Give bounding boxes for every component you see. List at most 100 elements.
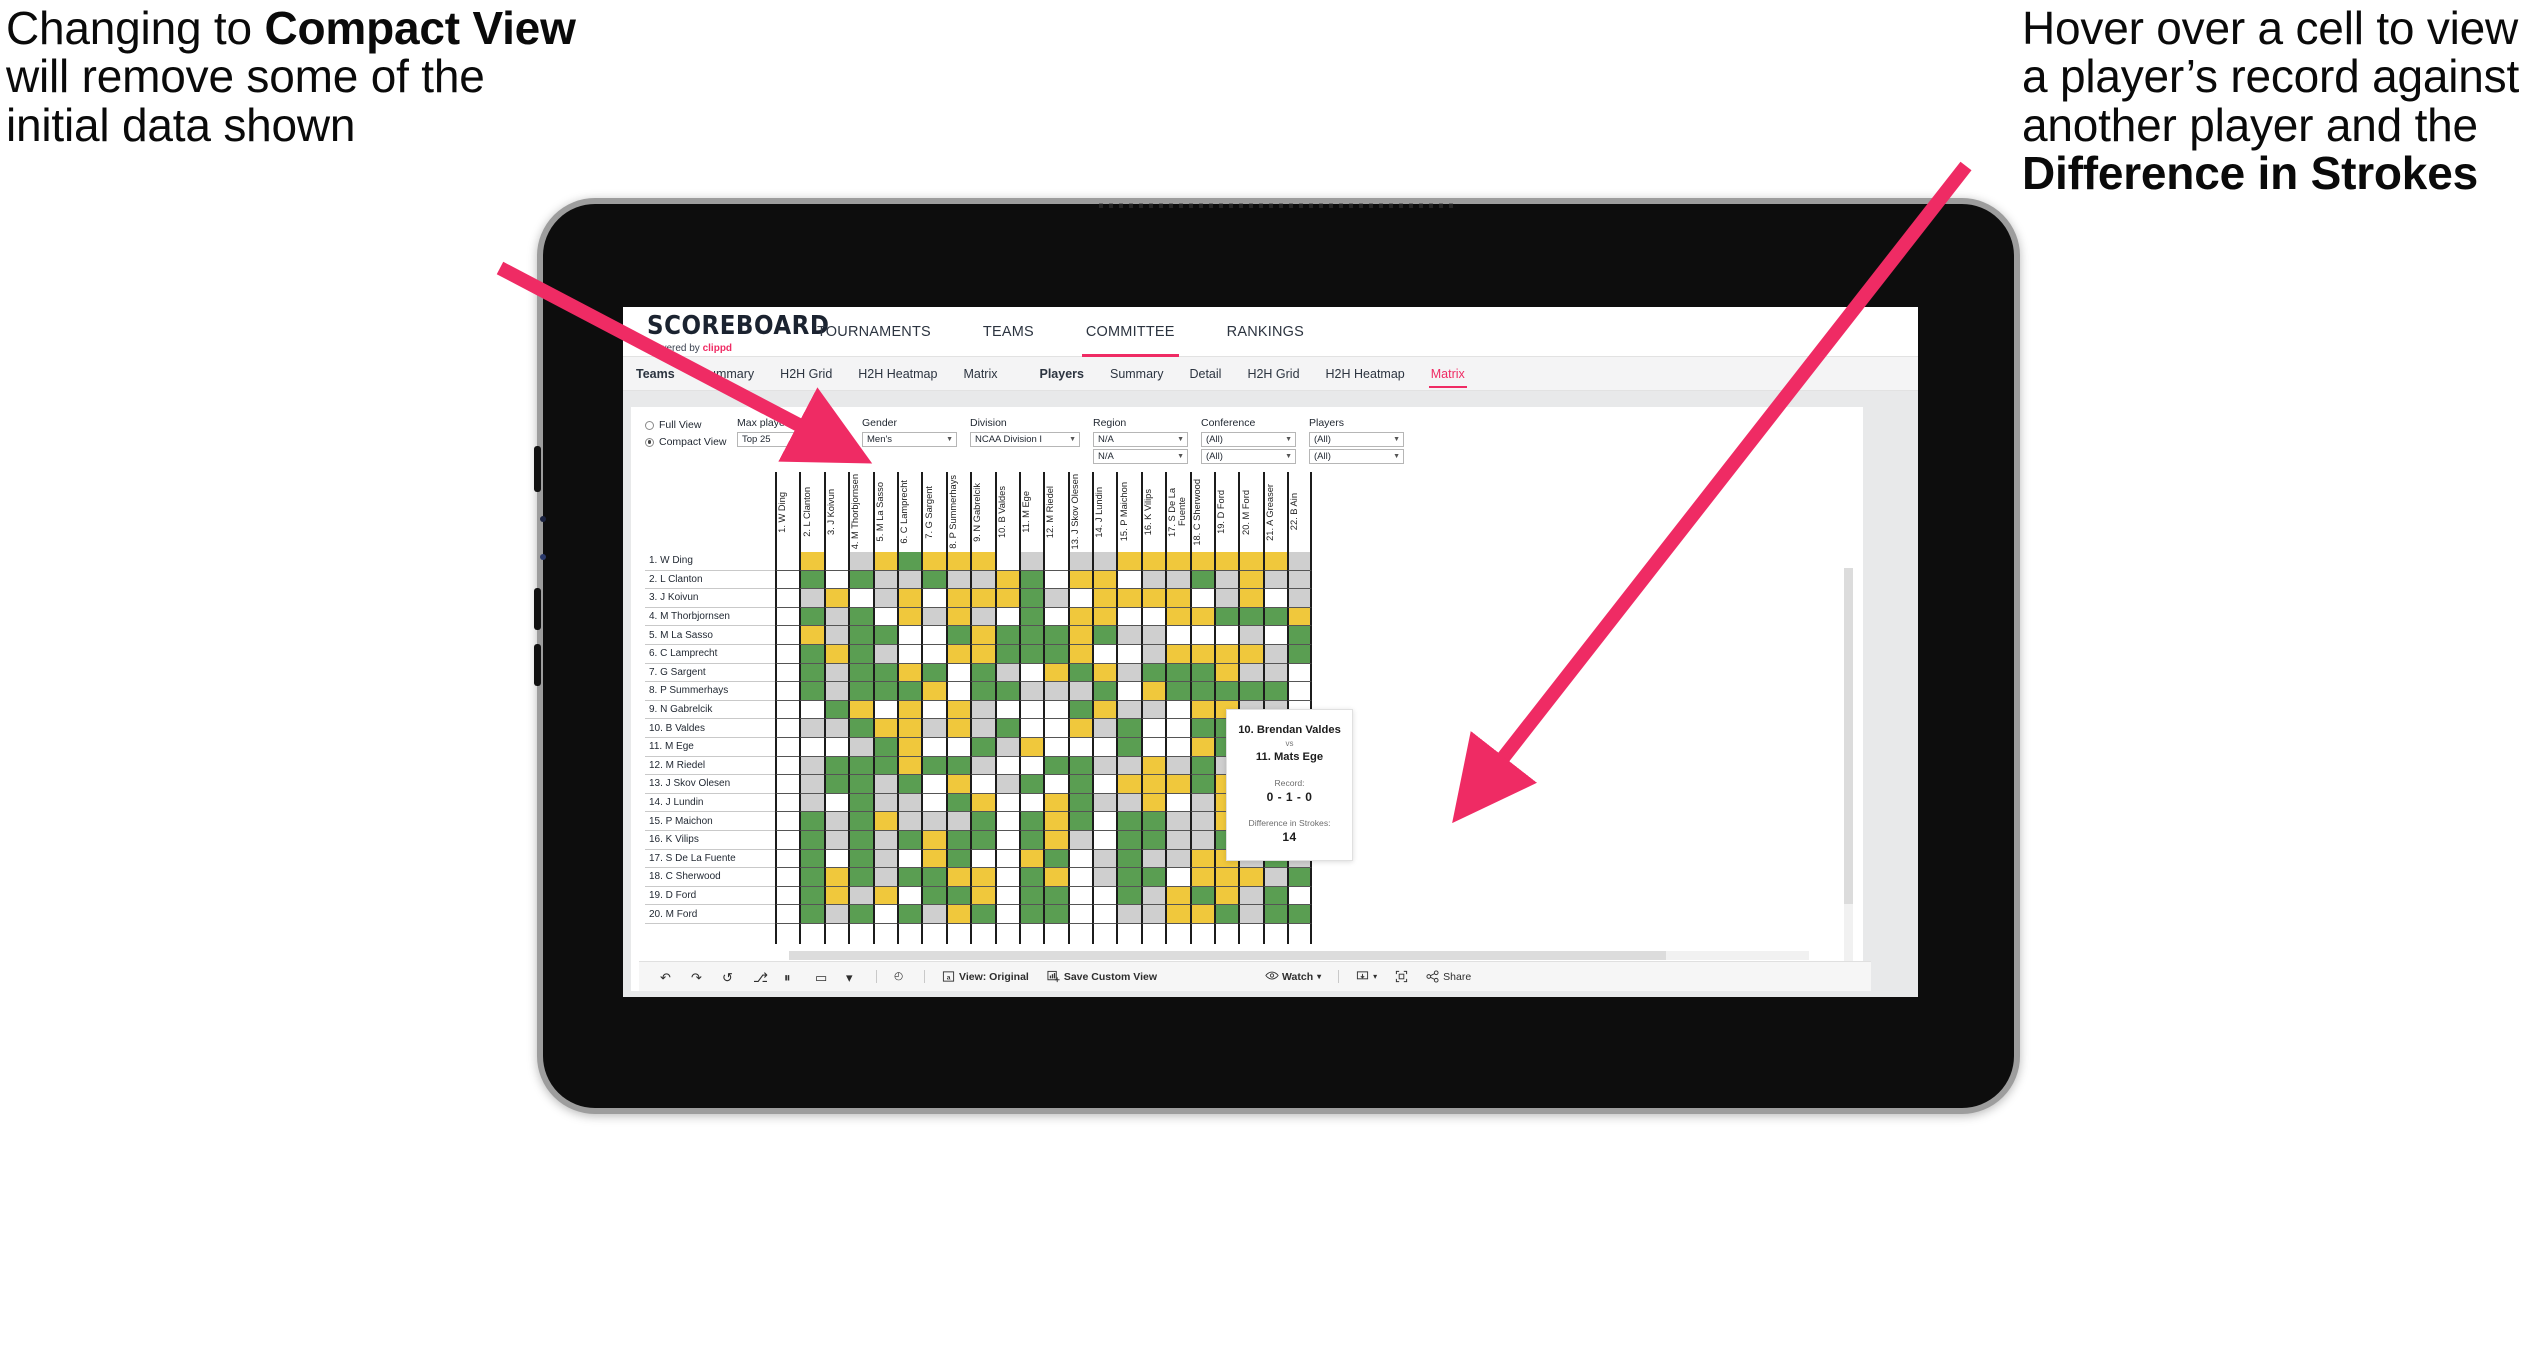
matrix-cell[interactable] bbox=[1018, 830, 1044, 850]
matrix-cell[interactable] bbox=[1043, 905, 1068, 924]
matrix-cell[interactable] bbox=[994, 570, 1019, 590]
matrix-cell[interactable] bbox=[1287, 663, 1312, 683]
matrix-cell[interactable] bbox=[1067, 663, 1093, 683]
redo-button[interactable]: ↷ bbox=[682, 962, 713, 992]
matrix-cell[interactable] bbox=[799, 793, 824, 813]
matrix-cell[interactable] bbox=[848, 905, 873, 924]
download-button[interactable]: ▾ bbox=[1347, 962, 1386, 992]
matrix-cell[interactable] bbox=[1238, 570, 1263, 590]
matrix-cell[interactable] bbox=[1092, 644, 1117, 664]
matrix-cell[interactable] bbox=[775, 756, 800, 776]
matrix-cell[interactable] bbox=[1238, 589, 1263, 608]
matrix-cell[interactable] bbox=[872, 830, 897, 850]
matrix-cell[interactable] bbox=[921, 626, 946, 645]
watch-button[interactable]: Watch ▾ bbox=[1256, 962, 1330, 992]
matrix-cell[interactable] bbox=[1262, 589, 1288, 608]
matrix-cell[interactable] bbox=[775, 589, 800, 608]
matrix-cell[interactable] bbox=[1189, 570, 1215, 590]
matrix-cell[interactable] bbox=[799, 607, 824, 627]
subtab-teams-matrix[interactable]: Matrix bbox=[950, 357, 1010, 390]
matrix-cell[interactable] bbox=[896, 737, 922, 757]
matrix-horizontal-scrollbar[interactable] bbox=[789, 950, 1809, 960]
matrix-cell[interactable] bbox=[1043, 552, 1068, 571]
matrix-cell[interactable] bbox=[775, 570, 800, 590]
matrix-cell[interactable] bbox=[1043, 589, 1068, 608]
matrix-cell[interactable] bbox=[848, 682, 873, 701]
matrix-cell[interactable] bbox=[799, 589, 824, 608]
matrix-cell[interactable] bbox=[1165, 793, 1190, 813]
matrix-cell[interactable] bbox=[945, 626, 971, 645]
matrix-cell[interactable] bbox=[1262, 663, 1288, 683]
matrix-cell[interactable] bbox=[994, 589, 1019, 608]
matrix-cell[interactable] bbox=[1018, 700, 1044, 720]
matrix-cell[interactable] bbox=[896, 589, 922, 608]
matrix-cell[interactable] bbox=[1214, 644, 1239, 664]
matrix-cell[interactable] bbox=[799, 552, 824, 571]
matrix-cell[interactable] bbox=[994, 793, 1019, 813]
matrix-cell[interactable] bbox=[1189, 737, 1215, 757]
matrix-cell[interactable] bbox=[1140, 607, 1166, 627]
matrix-cell[interactable] bbox=[1092, 793, 1117, 813]
matrix-cell[interactable] bbox=[896, 849, 922, 869]
matrix-cell[interactable] bbox=[921, 552, 946, 571]
matrix-cell[interactable] bbox=[775, 552, 800, 571]
matrix-cell[interactable] bbox=[896, 663, 922, 683]
matrix-cell[interactable] bbox=[1238, 886, 1263, 906]
matrix-cell[interactable] bbox=[1116, 700, 1141, 720]
matrix-cell[interactable] bbox=[1262, 644, 1288, 664]
matrix-cell[interactable] bbox=[1140, 886, 1166, 906]
subtab-players-summary[interactable]: Summary bbox=[1097, 357, 1176, 390]
matrix-cell[interactable] bbox=[896, 682, 922, 701]
matrix-cell[interactable] bbox=[1043, 793, 1068, 813]
matrix-cell[interactable] bbox=[1018, 570, 1044, 590]
matrix-cell[interactable] bbox=[1140, 644, 1166, 664]
matrix-cell[interactable] bbox=[1092, 849, 1117, 869]
matrix-cell[interactable] bbox=[994, 607, 1019, 627]
matrix-cell[interactable] bbox=[848, 756, 873, 776]
undo-button[interactable]: ↶ bbox=[651, 962, 682, 992]
matrix-cell[interactable] bbox=[1140, 700, 1166, 720]
matrix-cell[interactable] bbox=[775, 682, 800, 701]
fullscreen-button[interactable] bbox=[1386, 962, 1417, 992]
matrix-cell[interactable] bbox=[823, 756, 849, 776]
matrix-cell[interactable] bbox=[896, 905, 922, 924]
matrix-cell[interactable] bbox=[1165, 570, 1190, 590]
matrix-cell[interactable] bbox=[1092, 775, 1117, 794]
matrix-cell[interactable] bbox=[775, 719, 800, 738]
matrix-cell[interactable] bbox=[1092, 552, 1117, 571]
matrix-cell[interactable] bbox=[848, 830, 873, 850]
matrix-cell[interactable] bbox=[994, 719, 1019, 738]
matrix-cell[interactable] bbox=[945, 589, 971, 608]
matrix-cell[interactable] bbox=[823, 905, 849, 924]
matrix-cell[interactable] bbox=[848, 607, 873, 627]
matrix-cell[interactable] bbox=[921, 663, 946, 683]
matrix-cell[interactable] bbox=[970, 719, 995, 738]
matrix-cell[interactable] bbox=[799, 719, 824, 738]
matrix-cell[interactable] bbox=[848, 793, 873, 813]
matrix-cell[interactable] bbox=[1287, 589, 1312, 608]
matrix-cell[interactable] bbox=[775, 663, 800, 683]
matrix-cell[interactable] bbox=[1116, 719, 1141, 738]
matrix-cell[interactable] bbox=[1165, 830, 1190, 850]
matrix-cell[interactable] bbox=[970, 812, 995, 831]
matrix-cell[interactable] bbox=[1116, 756, 1141, 776]
matrix-cell[interactable] bbox=[1189, 607, 1215, 627]
matrix-cell[interactable] bbox=[1116, 626, 1141, 645]
radio-button-icon[interactable] bbox=[645, 420, 654, 430]
matrix-cell[interactable] bbox=[1092, 570, 1117, 590]
matrix-cell[interactable] bbox=[1140, 905, 1166, 924]
matrix-cell[interactable] bbox=[872, 775, 897, 794]
matrix-cell[interactable] bbox=[1165, 737, 1190, 757]
matrix-cell[interactable] bbox=[1018, 644, 1044, 664]
matrix-cell[interactable] bbox=[799, 905, 824, 924]
matrix-cell[interactable] bbox=[872, 793, 897, 813]
matrix-cell[interactable] bbox=[945, 830, 971, 850]
matrix-cell[interactable] bbox=[970, 626, 995, 645]
matrix-cell[interactable] bbox=[1238, 626, 1263, 645]
matrix-vscroll-thumb[interactable] bbox=[1844, 568, 1853, 904]
matrix-cell[interactable] bbox=[1116, 644, 1141, 664]
matrix-cell[interactable] bbox=[1018, 607, 1044, 627]
matrix-cell[interactable] bbox=[1092, 812, 1117, 831]
matrix-cell[interactable] bbox=[1262, 905, 1288, 924]
tablet-button-volume-down[interactable] bbox=[534, 644, 541, 686]
